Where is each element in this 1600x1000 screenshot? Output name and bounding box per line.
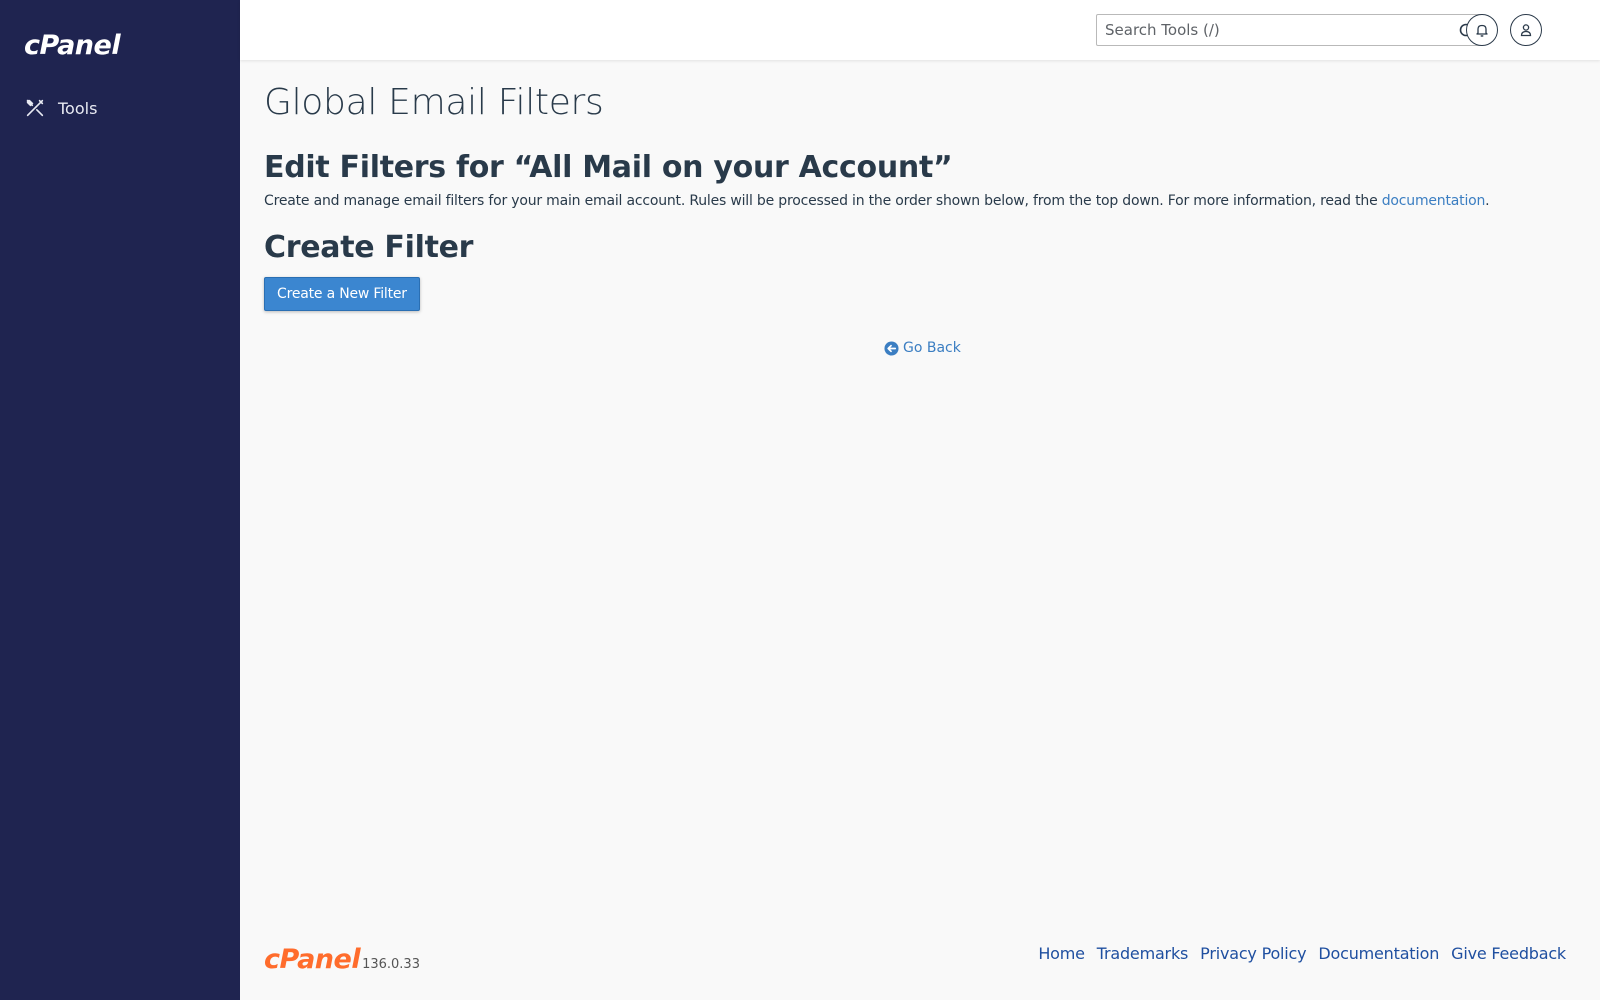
footer-brand: cPanel 136.0.33: [264, 944, 420, 975]
footer-link-trademarks[interactable]: Trademarks: [1097, 944, 1189, 963]
arrow-circle-left-icon: [884, 340, 899, 356]
description-text: Create and manage email filters for your…: [264, 193, 1490, 209]
footer-link-documentation[interactable]: Documentation: [1318, 944, 1439, 963]
create-filter-heading: Create Filter: [264, 230, 474, 265]
cpanel-logo[interactable]: cPanel: [24, 30, 121, 61]
user-menu-button[interactable]: [1510, 14, 1542, 46]
footer-link-privacy-policy[interactable]: Privacy Policy: [1200, 944, 1306, 963]
search-input[interactable]: [1097, 15, 1447, 45]
go-back-label: Go Back: [903, 340, 961, 356]
edit-filters-heading: Edit Filters for “All Mail on your Accou…: [264, 150, 953, 185]
sidebar-item-tools[interactable]: Tools: [24, 94, 97, 122]
user-icon: [1520, 24, 1532, 37]
footer-link-home[interactable]: Home: [1038, 944, 1085, 963]
page-title: Global Email Filters: [264, 82, 604, 123]
sidebar-item-label: Tools: [58, 98, 98, 118]
footer-cpanel-logo: cPanel: [264, 944, 361, 975]
description-body: Create and manage email filters for your…: [264, 193, 1382, 209]
footer-link-give-feedback[interactable]: Give Feedback: [1451, 944, 1566, 963]
search-box: [1096, 14, 1484, 46]
version-text: 136.0.33: [362, 957, 420, 972]
footer-links: Home Trademarks Privacy Policy Documenta…: [1038, 944, 1566, 963]
go-back-link[interactable]: Go Back: [884, 340, 961, 356]
notifications-button[interactable]: [1466, 14, 1498, 46]
tools-icon: [26, 99, 44, 117]
sidebar: cPanel Tools: [0, 0, 240, 1000]
bell-icon: [1476, 24, 1488, 37]
documentation-link[interactable]: documentation: [1382, 193, 1486, 209]
description-end: .: [1485, 193, 1490, 209]
create-new-filter-button[interactable]: Create a New Filter: [264, 277, 420, 311]
top-bar: [240, 0, 1600, 60]
